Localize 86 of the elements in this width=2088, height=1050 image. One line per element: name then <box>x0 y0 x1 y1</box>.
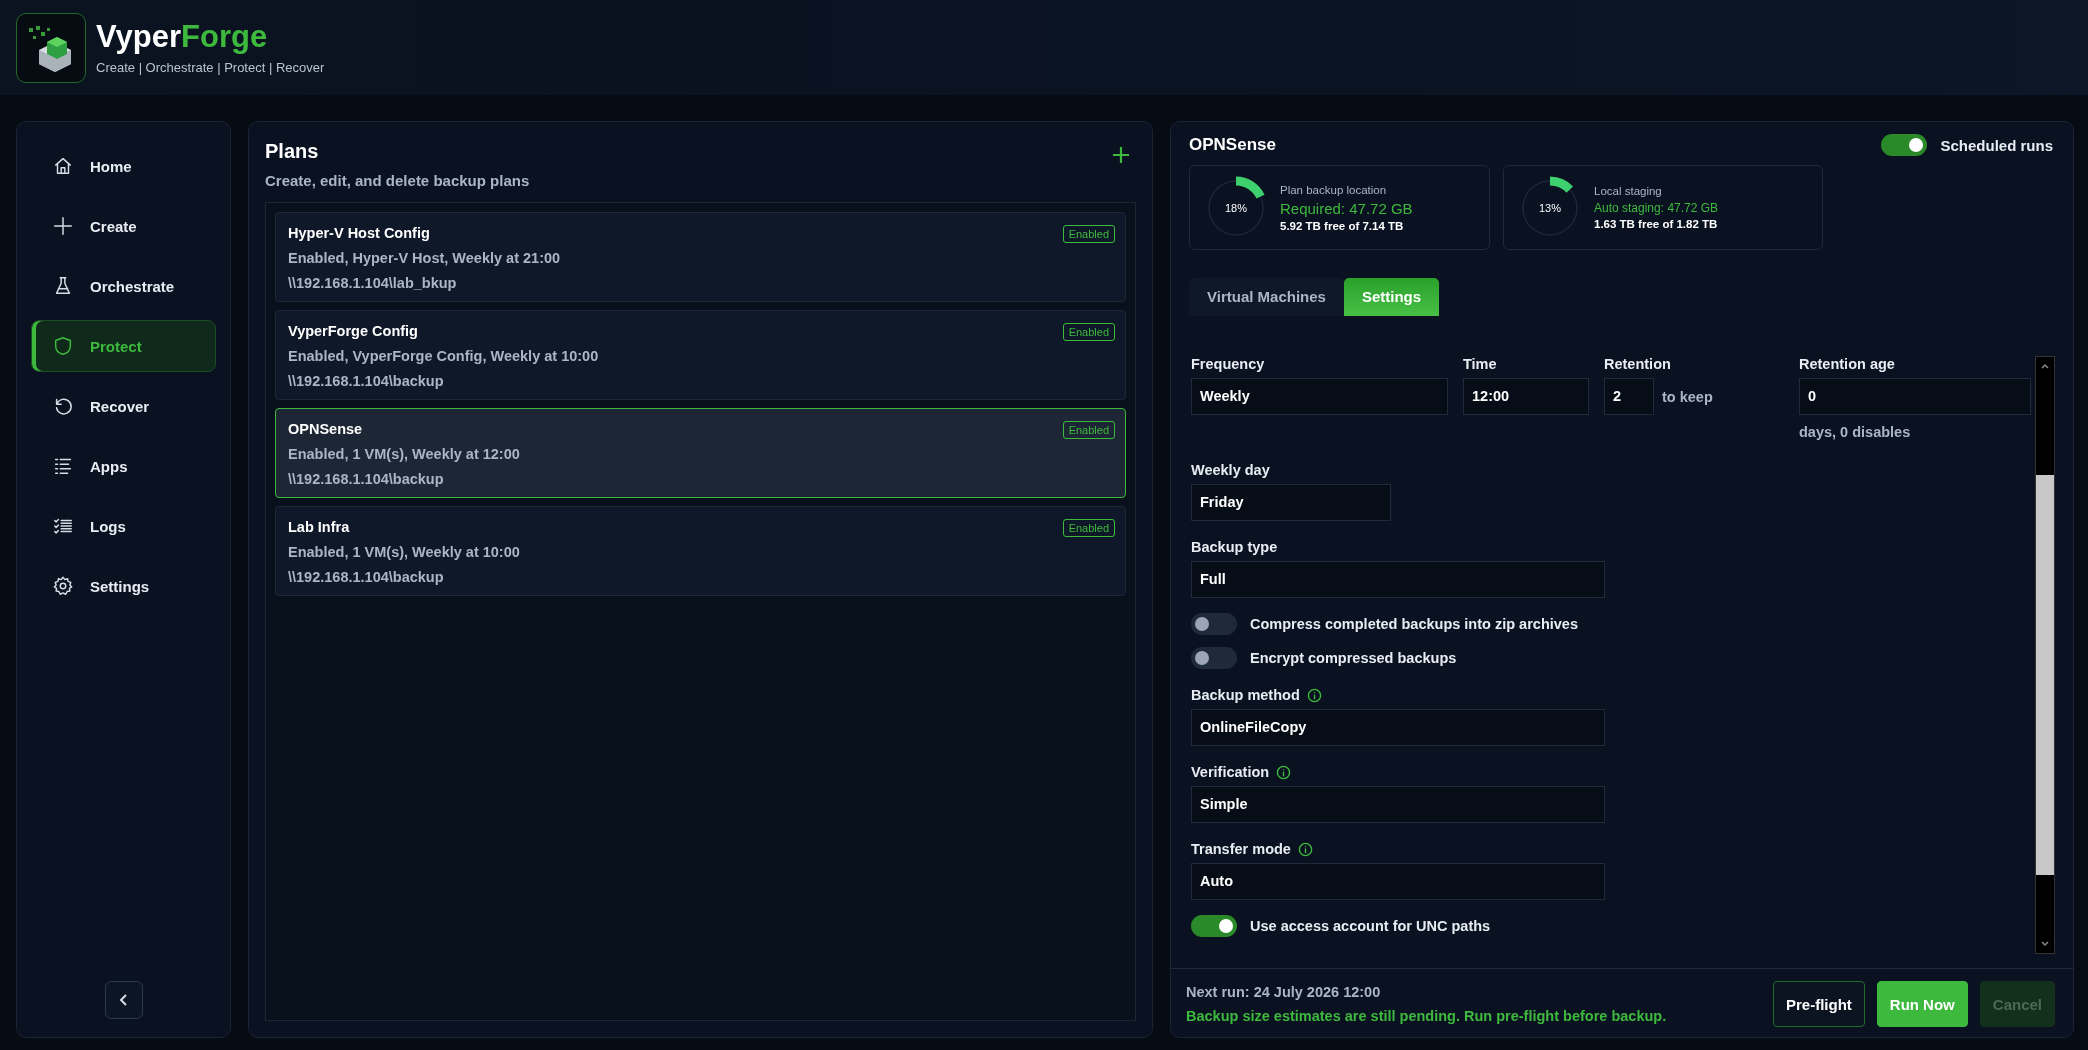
field-label: Backup method <box>1191 687 1300 703</box>
plan-summary: Enabled, 1 VM(s), Weekly at 12:00 <box>288 446 521 462</box>
dropdown[interactable]: OnlineFileCopy <box>1191 709 1605 746</box>
toggle-label: Encrypt compressed backups <box>1250 650 1457 666</box>
nav-item[interactable]: Protect <box>31 320 216 372</box>
shield-icon <box>52 335 74 357</box>
storage-free: 1.63 TB free of 1.82 TB <box>1594 218 1719 230</box>
plan-name: Hyper-V Host Config <box>288 225 430 241</box>
toggle-switch[interactable] <box>1881 134 1928 156</box>
nav-item[interactable]: Create <box>31 200 216 252</box>
plan-path: \\192.168.1.104\backup <box>288 373 445 389</box>
plan-title: OPNSense <box>1189 135 1276 155</box>
nav-item[interactable]: Settings <box>31 560 216 612</box>
field-label: Weekly day <box>1191 462 1270 478</box>
storage-title: Local staging <box>1594 185 1663 197</box>
toggle-switch[interactable] <box>1191 915 1237 937</box>
plan-name: VyperForge Config <box>288 323 418 339</box>
cube-logo <box>16 12 86 83</box>
input-field[interactable]: 0 <box>1799 378 2031 415</box>
storage-required: Auto staging: 47.72 GB <box>1594 201 1719 215</box>
nav-item[interactable]: Logs <box>31 500 216 552</box>
field-hint: days, 0 disables <box>1799 424 1912 440</box>
scroll-up-icon[interactable] <box>2040 361 2050 371</box>
plan-card[interactable]: OPNSense Enabled, 1 VM(s), Weekly at 12:00 \\192.168.1.104\backup Enabled <box>275 408 1126 498</box>
panel-title: Plans <box>265 140 320 163</box>
status-badge: Enabled <box>1062 225 1115 243</box>
nav-item[interactable]: Apps <box>31 440 216 492</box>
toggle-label: Use access account for UNC paths <box>1250 918 1491 934</box>
usage-percent: 13% <box>1539 201 1561 214</box>
plan-path: \\192.168.1.104\backup <box>288 471 445 487</box>
scroll-down-icon[interactable] <box>2040 939 2050 949</box>
plan-path: \\192.168.1.104\lab_bkup <box>288 275 458 291</box>
usage-percent: 18% <box>1225 201 1247 214</box>
next-run-text: Next run: 24 July 2026 12:00 <box>1186 984 1382 1000</box>
add-icon[interactable] <box>1112 146 1130 164</box>
status-badge: Enabled <box>1062 421 1115 439</box>
input-field[interactable]: 2 <box>1604 378 1654 415</box>
dropdown[interactable]: Auto <box>1191 863 1605 900</box>
plan-summary: Enabled, Hyper-V Host, Weekly at 21:00 <box>288 250 562 266</box>
field-suffix: to keep <box>1662 388 1713 405</box>
storage-title: Plan backup location <box>1280 183 1388 196</box>
info-icon[interactable] <box>1297 841 1313 857</box>
field-label: Time <box>1463 356 1497 372</box>
app-title: VyperForge <box>96 20 269 52</box>
field-label: Transfer mode <box>1191 841 1291 857</box>
status-badge: Enabled <box>1062 323 1115 341</box>
scrollbar[interactable] <box>2035 356 2055 954</box>
home-icon <box>52 155 74 177</box>
nav-item[interactable]: Recover <box>31 380 216 432</box>
dropdown[interactable]: Full <box>1191 561 1605 598</box>
status-message: Backup size estimates are still pending. Run pre-flight before backup. <box>1186 1008 1667 1024</box>
panel-subtitle: Create, edit, and delete backup plans <box>265 172 530 189</box>
tab[interactable]: Virtual Machines <box>1189 278 1344 316</box>
field-label: Backup type <box>1191 539 1278 555</box>
dropdown[interactable]: Friday <box>1191 484 1391 521</box>
plan-card[interactable]: VyperForge Config Enabled, VyperForge Config, Weekly at 10:00 \\192.168.1.104\backup Enabled <box>275 310 1126 400</box>
plan-path: \\192.168.1.104\backup <box>288 569 445 585</box>
plan-card[interactable]: Lab Infra Enabled, 1 VM(s), Weekly at 10:00 \\192.168.1.104\backup Enabled <box>275 506 1126 596</box>
toggle-label: Compress completed backups into zip archives <box>1250 616 1578 632</box>
plan-name: OPNSense <box>288 421 363 437</box>
plan-summary: Enabled, VyperForge Config, Weekly at 10:00 <box>288 348 600 364</box>
info-icon[interactable] <box>1306 687 1322 703</box>
toggle-label: Scheduled runs <box>1940 136 2053 154</box>
app-tagline: Create | Orchestrate | Protect | Recover <box>96 59 325 75</box>
nav-item[interactable]: Home <box>31 140 216 192</box>
field-label: Verification <box>1191 764 1270 780</box>
field-label: Frequency <box>1191 356 1265 372</box>
storage-free: 5.92 TB free of 7.14 TB <box>1280 219 1405 232</box>
field-label: Retention <box>1604 356 1671 372</box>
plan-card[interactable]: Hyper-V Host Config Enabled, Hyper-V Host, Weekly at 21:00 \\192.168.1.104\lab_bkup Enabled <box>275 212 1126 302</box>
collapse-button[interactable] <box>104 981 143 1019</box>
toggle-switch[interactable] <box>1191 613 1237 635</box>
storage-required: Required: 47.72 GB <box>1280 199 1413 217</box>
nav-item[interactable]: Orchestrate <box>31 260 216 312</box>
dropdown[interactable]: Simple <box>1191 786 1605 823</box>
gear-icon <box>52 575 74 597</box>
plan-name: Lab Infra <box>288 519 350 535</box>
status-badge: Enabled <box>1062 519 1115 537</box>
plan-summary: Enabled, 1 VM(s), Weekly at 10:00 <box>288 544 521 560</box>
input-field[interactable]: 12:00 <box>1463 378 1589 415</box>
dropdown[interactable]: Weekly <box>1191 378 1448 415</box>
plus-icon <box>52 215 74 237</box>
info-icon[interactable] <box>1276 764 1292 780</box>
field-label: Retention age <box>1799 356 1895 372</box>
toggle-switch[interactable] <box>1191 647 1237 669</box>
action-button[interactable]: Pre-flight <box>1772 981 1865 1027</box>
